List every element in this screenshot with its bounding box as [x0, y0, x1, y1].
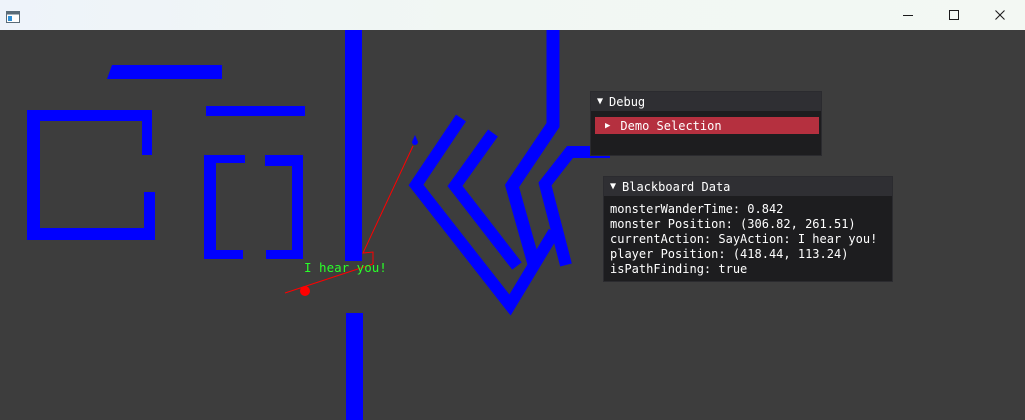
app-window-icon	[6, 8, 20, 23]
blackboard-panel-title: Blackboard Data	[622, 179, 731, 194]
minimize-icon	[903, 15, 913, 16]
blackboard-line: monsterWanderTime: 0.842	[610, 202, 784, 216]
wall-segment	[206, 106, 305, 116]
debug-panel-title: Debug	[609, 94, 646, 109]
wall-segment	[204, 155, 245, 259]
maximize-button[interactable]	[931, 0, 977, 30]
blackboard-panel[interactable]: ▼ Blackboard Data monsterWanderTime: 0.8…	[603, 176, 893, 282]
title-bar	[0, 0, 1025, 30]
blackboard-values: monsterWanderTime: 0.842 monster Positio…	[610, 202, 877, 277]
minimize-button[interactable]	[885, 0, 931, 30]
blackboard-line: isPathFinding: true	[610, 262, 748, 276]
wall-segment	[538, 146, 610, 267]
wall-segment	[345, 30, 362, 261]
debug-panel[interactable]: ▼ Debug ▶ Demo Selection	[590, 91, 822, 156]
player-marker	[412, 135, 418, 145]
blackboard-line: monster Position: (306.82, 261.51)	[610, 217, 856, 231]
wall-segment	[27, 110, 155, 240]
wall-segment	[346, 313, 363, 420]
collapse-triangle-icon[interactable]: ▼	[610, 181, 616, 192]
wall-segment	[504, 30, 560, 266]
speech-bubble-text: I hear you!	[304, 260, 387, 275]
path-line	[362, 145, 414, 264]
close-icon	[995, 10, 1005, 20]
monster-marker	[300, 286, 310, 296]
debug-panel-header[interactable]: ▼ Debug	[591, 92, 821, 111]
maximize-icon	[949, 10, 959, 20]
wall-segment	[265, 155, 303, 259]
demo-selection-tree-node[interactable]: ▶ Demo Selection	[595, 117, 819, 134]
expand-triangle-icon: ▶	[605, 120, 611, 131]
blackboard-panel-header[interactable]: ▼ Blackboard Data	[604, 177, 892, 196]
blackboard-line: player Position: (418.44, 113.24)	[610, 247, 849, 261]
wall-segment	[107, 65, 222, 79]
blackboard-line: currentAction: SayAction: I hear you!	[610, 232, 878, 246]
collapse-triangle-icon[interactable]: ▼	[597, 96, 603, 107]
close-button[interactable]	[977, 0, 1023, 30]
demo-selection-label: Demo Selection	[620, 118, 722, 133]
